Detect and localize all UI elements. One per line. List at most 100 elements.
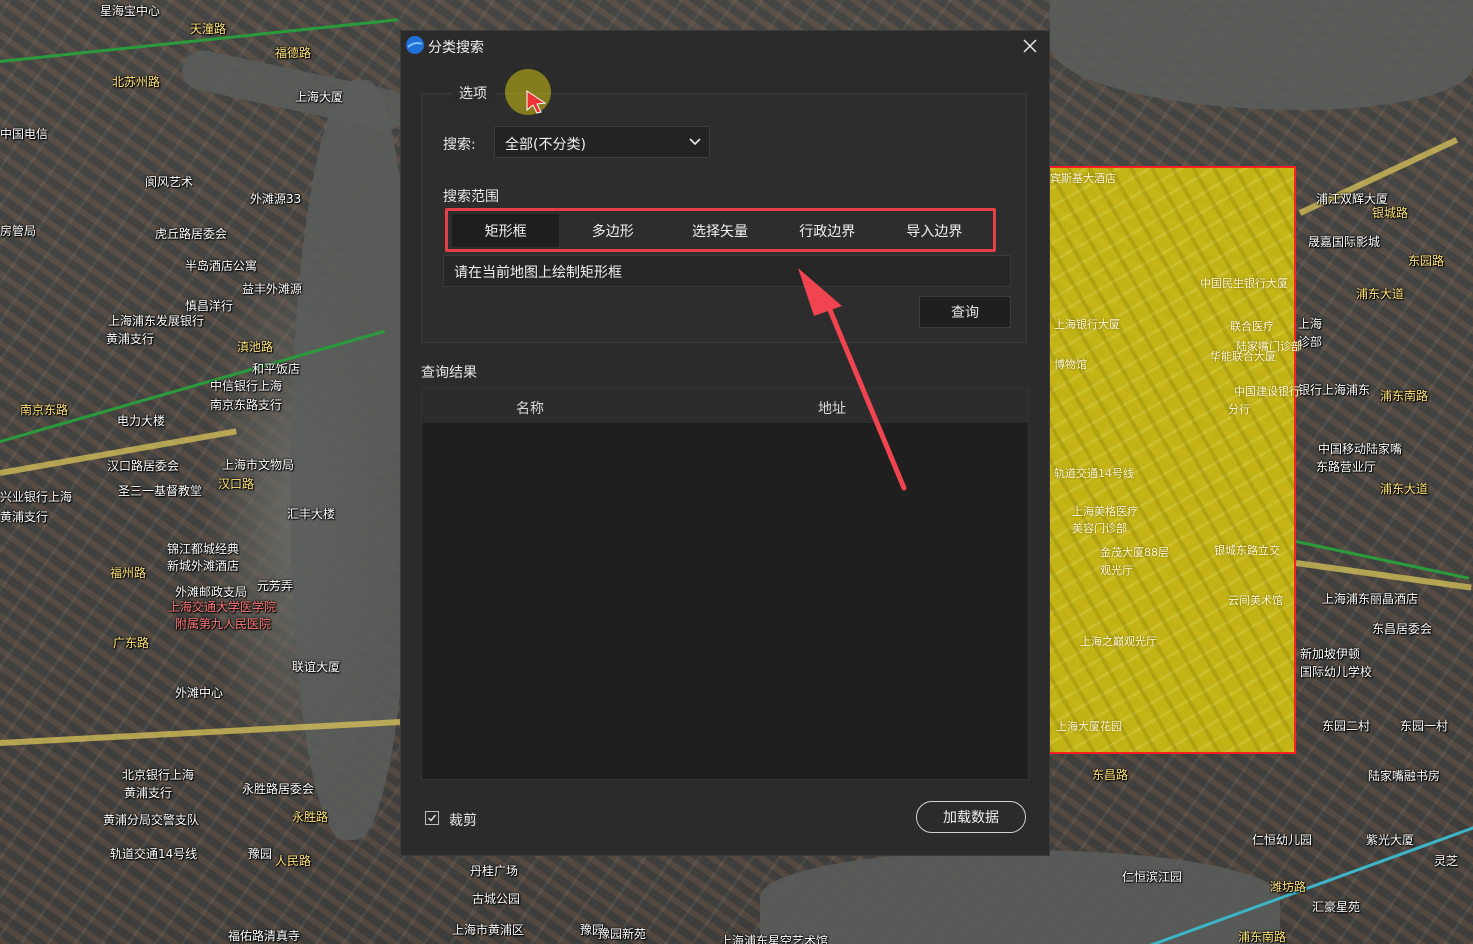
selection-rectangle[interactable]: 宾斯基大酒店 中国民生银行大厦 联合医疗 陆家嘴门诊部 华能联合大厦 上海银行大厦 博物馆中… xyxy=(1050,166,1302,754)
selection-place-label: 上海之巅观光厅 xyxy=(1080,635,1157,648)
chevron-down-icon xyxy=(689,138,701,146)
map-place-label: 浦东南路 xyxy=(1380,389,1429,403)
map-place-label: 上海交通大学医学院 xyxy=(168,600,277,614)
map-place-label: 东园一村 xyxy=(1400,719,1449,733)
close-button[interactable] xyxy=(1017,33,1043,59)
load-data-button[interactable]: 加载数据 xyxy=(916,801,1026,833)
map-place-label: 阆风艺术 xyxy=(145,175,194,189)
selection-place-label: 中国民生银行大厦 xyxy=(1200,277,1288,290)
map-place-label: 和平饭店 xyxy=(252,362,301,376)
map-place-label: 汇丰大楼 xyxy=(287,507,336,521)
search-range-tabs: 矩形框 多边形 选择矢量 行政边界 导入边界 xyxy=(452,214,988,247)
search-category-select[interactable]: 全部(不分类) xyxy=(494,126,710,158)
map-place-label: 上海市黄浦区 xyxy=(452,923,525,937)
map-place-label: 汉口路居委会 xyxy=(107,459,180,473)
selection-place-label: 上海银行大厦 xyxy=(1054,318,1120,331)
map-place-label: 仁恒滨江园 xyxy=(1122,870,1183,884)
map-place-label: 上海 xyxy=(1298,317,1323,331)
map-place-label: 滇池路 xyxy=(237,340,274,354)
selection-imagery xyxy=(1050,168,1294,752)
selection-place-label: 上海大厦花园 xyxy=(1056,720,1122,733)
classify-search-dialog: 分类搜索 选项 搜索: 全部(不分类) 搜索范围 矩形框 多边形 选择矢量 行政… xyxy=(400,30,1050,856)
map-place-label: 浦东南路 xyxy=(1238,930,1287,944)
tab-import-boundary[interactable]: 导入边界 xyxy=(881,214,988,247)
mouse-cursor-icon xyxy=(526,90,547,114)
map-place-label: 黄浦支行 xyxy=(124,786,173,800)
map-place-label: 豫园新苑 xyxy=(598,927,647,941)
map-place-label: 轨道交通14号线 xyxy=(110,847,198,861)
map-place-label: 房管局 xyxy=(0,224,37,238)
clip-checkbox[interactable] xyxy=(425,811,439,825)
column-name-header[interactable]: 名称 xyxy=(516,398,544,418)
map-place-label: 丹桂广场 xyxy=(470,864,519,878)
query-button[interactable]: 查询 xyxy=(919,296,1011,328)
map-place-label: 东昌居委会 xyxy=(1372,622,1433,636)
selection-place-label: 分行 xyxy=(1228,403,1250,416)
map-place-label: 古城公园 xyxy=(472,892,521,906)
tab-polygon[interactable]: 多边形 xyxy=(559,214,666,247)
map-place-label: 半岛酒店公寓 xyxy=(185,259,258,273)
map-place-label: 灵芝 xyxy=(1434,854,1459,868)
map-place-label: 中国电信 xyxy=(0,127,49,141)
map-place-label: 元芳弄 xyxy=(257,579,294,593)
map-place-label: 福州路 xyxy=(110,566,147,580)
huangpu-river-south xyxy=(760,850,1280,944)
map-place-label: 晟嘉国际影城 xyxy=(1308,235,1381,249)
selection-place-label: 银城东路立交 xyxy=(1214,544,1280,557)
tab-admin-boundary[interactable]: 行政边界 xyxy=(774,214,881,247)
map-place-label: 潍坊路 xyxy=(1270,880,1307,894)
map-place-label: 上海大厦 xyxy=(295,90,344,104)
map-place-label: 永胜路 xyxy=(292,810,329,824)
map-place-label: 黄浦支行 xyxy=(0,510,49,524)
map-place-label: 东昌路 xyxy=(1092,768,1129,782)
map-place-label: 银城路 xyxy=(1372,206,1409,220)
map-place-label: 福佑路清真寺 xyxy=(228,929,301,943)
map-place-label: 国际幼儿学校 xyxy=(1300,665,1373,679)
map-place-label: 汇豪星苑 xyxy=(1312,900,1361,914)
tab-select-vector[interactable]: 选择矢量 xyxy=(666,214,773,247)
clip-label: 裁剪 xyxy=(449,813,477,829)
selection-place-label: 上海美格医疗 xyxy=(1072,505,1138,518)
map-place-label: 永胜路居委会 xyxy=(242,782,315,796)
map-place-label: 东路营业厅 xyxy=(1316,460,1377,474)
map-place-label: 电力大楼 xyxy=(117,414,166,428)
column-address-header[interactable]: 地址 xyxy=(818,398,846,418)
map-place-label: 上海浦东星空艺术馆 xyxy=(720,934,829,944)
selection-place-label: 联合医疗 xyxy=(1230,320,1274,333)
selection-place-label: 金茂大厦88层 xyxy=(1100,546,1169,559)
map-place-label: 浦东大道 xyxy=(1356,287,1405,301)
tab-rectangle[interactable]: 矩形框 xyxy=(452,214,560,247)
dialog-title: 分类搜索 xyxy=(428,40,484,56)
results-table[interactable]: 名称 地址 xyxy=(421,388,1029,780)
map-place-label: 上海市文物局 xyxy=(222,458,295,472)
map-place-label: 兴业银行上海 xyxy=(0,490,73,504)
map-place-label: 星海宝中心 xyxy=(100,4,161,18)
map-place-label: 中国移动陆家嘴 xyxy=(1318,442,1403,456)
map-place-label: 新加坡伊顿 xyxy=(1300,647,1361,661)
huangpu-river-north xyxy=(1050,0,1473,110)
checkmark-icon xyxy=(428,814,437,822)
results-header: 名称 地址 xyxy=(422,389,1028,423)
map-place-label: 北苏州路 xyxy=(112,75,161,89)
map-place-label: 黄浦支行 xyxy=(106,332,155,346)
map-place-label: 东园路 xyxy=(1408,254,1445,268)
map-place-label: 附属第九人民医院 xyxy=(175,617,272,631)
map-place-label: 中信银行上海 xyxy=(210,379,283,393)
map-place-label: 陆家嘴融书房 xyxy=(1368,769,1441,783)
map-place-label: 仁恒幼儿园 xyxy=(1252,833,1313,847)
map-place-label: 天潼路 xyxy=(190,22,227,36)
selection-place-label: 中国建设银行 xyxy=(1234,385,1300,398)
map-place-label: 益丰外滩源 xyxy=(242,282,303,296)
selection-place-label: 轨道交通14号线 xyxy=(1054,467,1134,480)
map-place-label: 南京东路 xyxy=(20,403,69,417)
map-place-label: 黄浦分局交警支队 xyxy=(103,813,200,827)
results-label: 查询结果 xyxy=(421,365,477,381)
selection-place-label: 宾斯基大酒店 xyxy=(1050,172,1116,185)
map-place-label: 广东路 xyxy=(113,636,150,650)
app-globe-icon xyxy=(406,36,424,54)
selection-place-label: 美容门诊部 xyxy=(1072,522,1127,535)
map-place-label: 浦东大道 xyxy=(1380,482,1429,496)
map-place-label: 虎丘路居委会 xyxy=(155,227,228,241)
draw-hint-field: 请在当前地图上绘制矩形框 xyxy=(443,255,1011,287)
dialog-titlebar[interactable]: 分类搜索 xyxy=(401,31,1049,61)
